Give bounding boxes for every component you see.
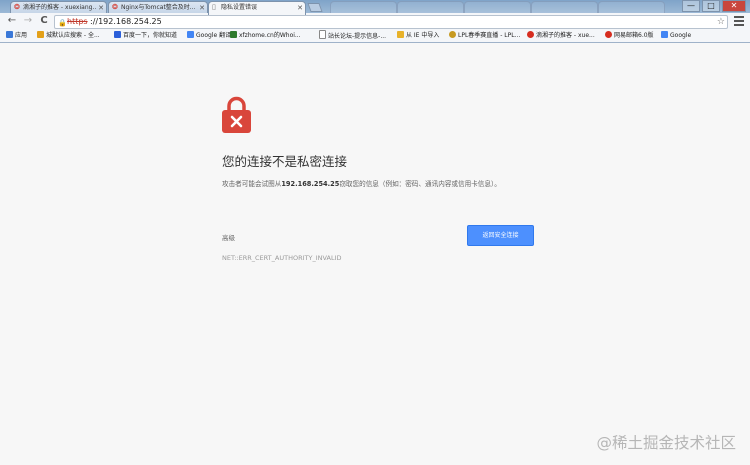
forward-icon[interactable]: →	[22, 15, 34, 27]
bookmark-item[interactable]: Google 翻译	[187, 30, 231, 42]
page-icon	[319, 30, 326, 39]
advanced-link[interactable]: 高级	[222, 232, 235, 242]
weibo-icon: ❂	[14, 3, 20, 11]
bookmark-item[interactable]: Google	[661, 30, 691, 42]
menu-icon[interactable]	[734, 16, 744, 26]
bookmark-item[interactable]: 滴湘子的推客 - xue...	[527, 30, 595, 42]
back-icon[interactable]: ←	[6, 15, 18, 27]
google-icon	[661, 31, 668, 38]
minimize-button[interactable]: —	[682, 0, 700, 12]
page-icon: ▯	[212, 3, 216, 11]
url-host: ://192.168.254.25	[90, 17, 162, 26]
maximize-button[interactable]: □	[702, 0, 720, 12]
bookmarks-bar: 应用 城默认应搜索 - 全... 百度一下，你就知道 Google 翻译 xfz…	[0, 30, 750, 42]
error-page: 您的连接不是私密连接 攻击者可能会试图从192.168.254.25窃取您的信息…	[0, 43, 750, 465]
weibo-icon: ❂	[112, 3, 118, 11]
bookmark-item[interactable]: 城默认应搜索 - 全...	[37, 30, 100, 42]
google-translate-icon	[187, 31, 194, 38]
bookmark-favicon	[230, 31, 237, 38]
error-code: NET::ERR_CERT_AUTHORITY_INVALID	[222, 254, 342, 262]
bookmark-star-icon[interactable]: ☆	[717, 16, 725, 28]
apps-icon	[6, 31, 13, 38]
page-title: 您的连接不是私密连接	[222, 154, 348, 169]
weibo-icon	[527, 31, 534, 38]
tab-3-active[interactable]: ▯ 隐私设置错误 ✕	[208, 1, 306, 15]
baidu-icon	[114, 31, 121, 38]
close-icon[interactable]: ✕	[297, 2, 303, 14]
reload-icon[interactable]: C	[38, 15, 50, 27]
bookmark-folder[interactable]: 从 IE 中导入	[397, 30, 439, 42]
bookmark-item[interactable]: LPL春季赛直播 - LPL...	[449, 30, 520, 42]
folder-icon	[397, 31, 404, 38]
tab-3-label: 隐私设置错误	[221, 4, 258, 11]
security-error-lock-icon	[222, 96, 251, 133]
window-controls: — □ ✕	[682, 0, 746, 12]
broken-lock-icon: 🔒	[58, 19, 67, 27]
bookmark-item[interactable]: 百度一下，你就知道	[114, 30, 177, 42]
tab-strip: ❂ 滴湘子的推客 - xuexiang... ✕ ❂ Nginx与Tomcat整…	[0, 0, 750, 15]
back-to-safety-button[interactable]: 返回安全连接	[467, 225, 534, 246]
bookmark-item[interactable]: xfzhome.cn的Whoi...	[230, 30, 301, 42]
watermark: @稀土掘金技术社区	[596, 434, 736, 452]
bookmark-item[interactable]: 站长论坛-提示信息-...	[319, 30, 386, 42]
description-suffix: 窃取您的信息（例如：密码、通讯内容或信用卡信息）。	[339, 180, 501, 188]
bookmark-item[interactable]: 网易邮箱6.0版	[605, 30, 654, 42]
description-host: 192.168.254.25	[281, 180, 340, 188]
browser-chrome: ❂ 滴湘子的推客 - xuexiang... ✕ ❂ Nginx与Tomcat整…	[0, 0, 750, 43]
url-scheme: https	[67, 17, 88, 26]
weibo-icon	[605, 31, 612, 38]
new-tab-button[interactable]	[307, 3, 323, 12]
address-bar[interactable]: 🔒 https ://192.168.254.25 ☆	[54, 15, 728, 29]
toolbar: ← → C 🔒 https ://192.168.254.25 ☆	[0, 13, 750, 31]
close-window-button[interactable]: ✕	[722, 0, 746, 12]
bookmark-favicon	[37, 31, 44, 38]
bookmark-apps[interactable]: 应用	[6, 30, 27, 42]
bookmark-favicon	[449, 31, 456, 38]
description-prefix: 攻击者可能会试图从	[222, 180, 282, 188]
error-description: 攻击者可能会试图从192.168.254.25窃取您的信息（例如：密码、通讯内容…	[222, 178, 542, 191]
